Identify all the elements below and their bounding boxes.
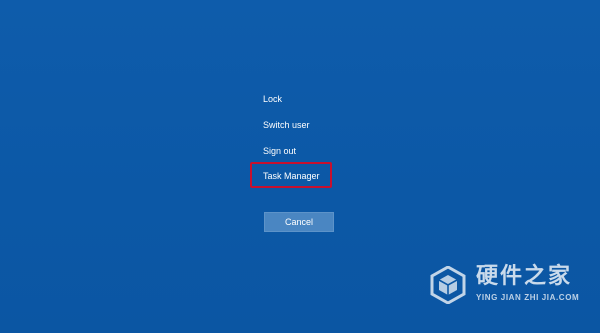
- hexagon-cube-logo-icon: [430, 266, 466, 304]
- watermark-title: 硬件之家: [476, 263, 573, 288]
- cancel-button[interactable]: Cancel: [264, 212, 334, 232]
- security-options-screen: Lock Switch user Sign out Task Manager C…: [0, 0, 600, 333]
- menu-item-sign-out[interactable]: Sign out: [263, 145, 296, 157]
- menu-item-lock[interactable]: Lock: [263, 93, 282, 105]
- watermark: 硬件之家 YING JIAN ZHI JIA.COM: [430, 262, 595, 308]
- task-manager-highlight-box: [250, 162, 332, 188]
- menu-item-switch-user[interactable]: Switch user: [263, 119, 310, 131]
- watermark-subtitle: YING JIAN ZHI JIA.COM: [476, 293, 580, 302]
